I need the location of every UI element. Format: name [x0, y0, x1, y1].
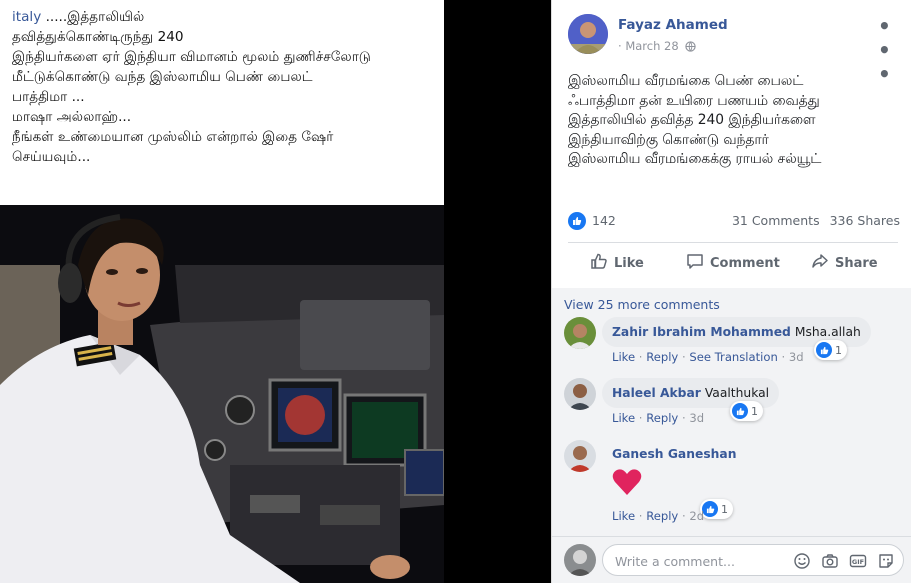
divider [552, 536, 911, 537]
comment-reply-link[interactable]: Reply [646, 350, 678, 364]
commenter-name[interactable]: Ganesh Ganeshan [612, 447, 736, 461]
post-meta: · March 28 [618, 39, 697, 55]
comment-reactions[interactable]: 1 [700, 499, 733, 519]
reactions-count[interactable]: 142 [592, 213, 616, 228]
cockpit-illustration [0, 205, 444, 583]
facebook-photo-viewer: italy .....இத்தாலியில் தவித்துக்கொண்டிரு… [0, 0, 911, 583]
view-more-comments-link[interactable]: View 25 more comments [564, 297, 720, 312]
shares-count[interactable]: 336 Shares [830, 213, 900, 228]
comment-like-link[interactable]: Like [612, 509, 635, 523]
caption-line: நீங்கள் உண்மையான முஸ்லிம் என்றால் இதை ஷே… [12, 129, 334, 145]
post-text: இஸ்லாமிய வீரமங்கை பெண் பைலட் ஃபாத்திமா த… [568, 72, 898, 170]
svg-text:GIF: GIF [852, 558, 864, 566]
post-header: Fayaz Ahamed · March 28 • • • [568, 14, 904, 86]
thumbs-up-icon [590, 252, 608, 274]
comment-time[interactable]: 3d [789, 350, 804, 364]
comment-time[interactable]: 2d [689, 509, 704, 523]
post-stats: 142 31 Comments 336 Shares [568, 210, 900, 234]
divider [568, 242, 898, 243]
like-button[interactable]: Like [590, 251, 644, 275]
emoji-icon[interactable] [793, 552, 811, 570]
post-side-panel: Fayaz Ahamed · March 28 • • • இஸ்லாமிய வ… [551, 0, 911, 583]
engagement-counts: 31 Comments 336 Shares [726, 213, 900, 228]
commenter-name[interactable]: Haleel Akbar [612, 386, 701, 400]
like-reaction-icon [732, 403, 748, 419]
share-arrow-icon [811, 252, 829, 274]
dot-separator: · [618, 39, 622, 53]
comment-text: Msha.allah [794, 325, 861, 339]
commenter-avatar[interactable] [564, 317, 596, 349]
comment-like-link[interactable]: Like [612, 350, 635, 364]
avatar-picture [568, 14, 608, 54]
comment-actions: Like · Reply · 2d [612, 509, 705, 523]
post-date[interactable]: March 28 [625, 39, 678, 53]
comment-reactions[interactable]: 1 [814, 340, 847, 360]
comment-time[interactable]: 3d [689, 411, 704, 425]
caption-line: செய்யவும்... [12, 149, 91, 165]
italy-hashtag-link[interactable]: italy [12, 9, 41, 25]
current-user-avatar[interactable] [564, 544, 596, 576]
comment-reactions[interactable]: 1 [730, 401, 763, 421]
comment-reply-link[interactable]: Reply [646, 411, 678, 425]
post-line: ஃபாத்திமா தன் உயிரை பணயம் வைத்து [568, 92, 820, 109]
caption-line: இந்தியர்களை ஏர் இந்தியா விமானம் மூலம் து… [12, 49, 371, 65]
like-reaction-icon [816, 342, 832, 358]
see-translation-link[interactable]: See Translation [689, 350, 777, 364]
caption-line-1: italy .....இத்தாலியில் [12, 9, 145, 25]
commenter-name[interactable]: Zahir Ibrahim Mohammed [612, 325, 791, 339]
speech-bubble-icon [686, 252, 704, 274]
caption-line: மாஷா அல்லாஹ்... [12, 109, 132, 125]
comments-count[interactable]: 31 Comments [732, 213, 820, 228]
comment-actions: Like · Reply · 3d [612, 411, 705, 425]
like-reaction-icon [702, 501, 718, 517]
heart-emoji-icon [612, 468, 642, 500]
caption-line: தவித்துக்கொண்டிருந்து 240 [12, 29, 184, 45]
image-caption: italy .....இத்தாலியில் தவித்துக்கொண்டிரு… [0, 0, 444, 205]
comment-actions: Like · Reply · See Translation · 3d [612, 350, 804, 364]
comment-button[interactable]: Comment [686, 251, 780, 275]
post-line: இஸ்லாமிய வீரமங்கை பெண் பைலட் [568, 73, 804, 89]
post-line: இஸ்லாமிய வீரமங்கைக்கு ராயல் சல்யூட் [568, 151, 822, 167]
gif-icon[interactable]: GIF [849, 552, 867, 570]
write-comment-input[interactable] [615, 551, 785, 571]
comment-reply-link[interactable]: Reply [646, 509, 678, 523]
photo-area: italy .....இத்தாலியில் தவித்துக்கொண்டிரு… [0, 0, 551, 583]
share-button[interactable]: Share [811, 251, 878, 275]
comment-text: Vaalthukal [704, 386, 770, 400]
post-line: இந்தியாவிற்கு கொண்டு வந்தார் [568, 131, 769, 148]
comment-composer: GIF [602, 544, 904, 576]
caption-line: பாத்திமா ... [12, 89, 85, 105]
author-avatar[interactable] [568, 14, 608, 54]
like-reaction-icon[interactable] [568, 212, 586, 230]
post-line: இத்தாலியில் தவித்த 240 இந்தியர்களை [568, 112, 816, 128]
globe-icon [685, 41, 697, 55]
comment-like-link[interactable]: Like [612, 411, 635, 425]
commenter-avatar[interactable] [564, 440, 596, 472]
cockpit-pilot-photo[interactable] [0, 205, 444, 583]
caption-line: மீட்டுக்கொண்டு வந்த இஸ்லாமிய பெண் பைலட் [12, 69, 313, 85]
commenter-avatar[interactable] [564, 378, 596, 410]
author-name[interactable]: Fayaz Ahamed [618, 17, 728, 33]
camera-icon[interactable] [821, 552, 839, 570]
post-actions: Like Comment Share [568, 245, 898, 281]
sticker-icon[interactable] [877, 552, 895, 570]
